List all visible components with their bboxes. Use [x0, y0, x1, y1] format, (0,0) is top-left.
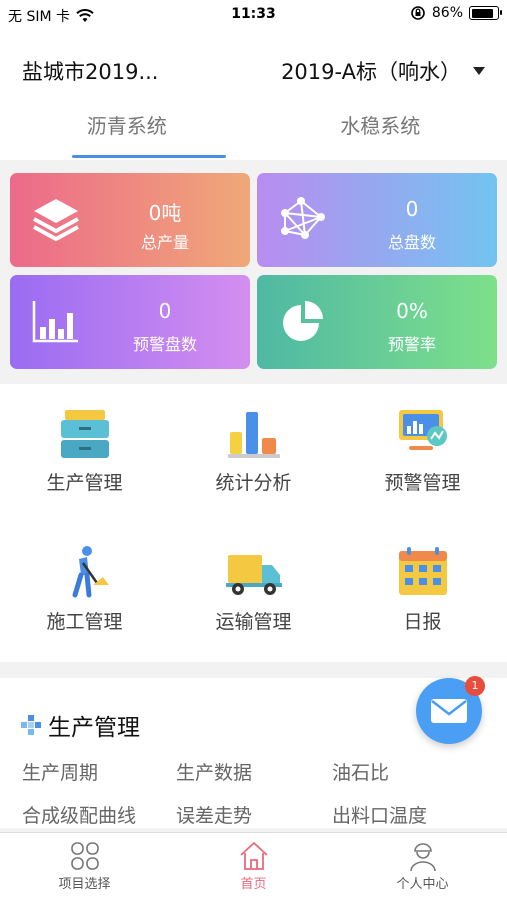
menu-warning-management[interactable]: 预警管理	[338, 384, 507, 523]
menu-construction-management[interactable]: 施工管理	[0, 523, 169, 662]
function-grid: 生产管理 统计分析 预警管理 施工管理 运输管理 日报	[0, 384, 507, 662]
bar-chart-icon	[32, 301, 78, 343]
city-selector[interactable]: 盐城市2019...	[22, 56, 158, 86]
cabinet-icon	[61, 410, 109, 458]
worker-icon	[72, 546, 109, 598]
menu-transport-management[interactable]: 运输管理	[169, 523, 338, 662]
stat-value: 0	[405, 197, 419, 221]
network-icon	[281, 197, 325, 239]
stat-label: 预警率	[387, 335, 436, 354]
battery-percent: 86%	[431, 5, 463, 21]
menu-label: 统计分析	[215, 472, 292, 494]
home-icon	[239, 842, 268, 870]
layers-icon	[33, 199, 79, 241]
link-outlet-temperature[interactable]: 出料口温度	[332, 801, 427, 828]
section-title: 生产管理	[20, 708, 140, 742]
stat-card-warning-rate[interactable]: 0% 预警率	[257, 275, 497, 369]
tab-label: 项目选择	[58, 877, 111, 892]
menu-daily-report[interactable]: 日报	[338, 523, 507, 662]
header: 盐城市2019... 2019-A标（响水） 沥青系统 水稳系统	[0, 30, 507, 160]
section-marker-icon	[21, 715, 41, 735]
bottom-tab-bar: 项目选择 首页 个人中心	[0, 832, 507, 900]
stat-value: 0	[158, 299, 172, 323]
tab-label: 个人中心	[396, 877, 449, 892]
menu-label: 运输管理	[215, 611, 292, 633]
link-asphalt-ratio[interactable]: 油石比	[332, 758, 389, 785]
dropdown-arrow-icon	[473, 67, 485, 75]
tab-label: 首页	[240, 877, 267, 892]
status-bar: 无 SIM 卡 11:33 86%	[0, 0, 507, 30]
link-production-data[interactable]: 生产数据	[176, 758, 252, 785]
stat-label: 总盘数	[387, 233, 436, 252]
unread-badge: 1	[465, 676, 485, 696]
stat-card-warning-batches[interactable]: 0 预警盘数	[10, 275, 250, 369]
message-button[interactable]: 1	[416, 676, 485, 744]
bid-label: 2019-A标（响水）	[281, 60, 461, 84]
orientation-lock-icon	[411, 6, 425, 20]
menu-label: 施工管理	[46, 611, 123, 633]
tab-home[interactable]: 首页	[169, 833, 338, 900]
stat-label: 总产量	[140, 233, 189, 252]
link-production-cycle[interactable]: 生产周期	[22, 758, 98, 785]
menu-statistics-analysis[interactable]: 统计分析	[169, 384, 338, 523]
section-title-text: 生产管理	[48, 715, 140, 741]
monitor-icon	[399, 410, 447, 450]
tab-label: 水稳系统	[340, 114, 421, 138]
menu-label: 日报	[403, 611, 442, 633]
bid-selector[interactable]: 2019-A标（响水）	[281, 56, 485, 86]
active-tab-indicator	[72, 155, 226, 158]
tab-project-select[interactable]: 项目选择	[0, 833, 169, 900]
tab-asphalt-system[interactable]: 沥青系统	[0, 108, 254, 158]
link-error-trend[interactable]: 误差走势	[176, 801, 252, 828]
stat-card-total-batches[interactable]: 0 总盘数	[257, 173, 497, 267]
system-tabs: 沥青系统 水稳系统	[0, 108, 507, 158]
truck-icon	[226, 555, 282, 595]
tab-stabilized-system[interactable]: 水稳系统	[254, 108, 507, 158]
tab-personal-center[interactable]: 个人中心	[338, 833, 507, 900]
menu-production-management[interactable]: 生产管理	[0, 384, 169, 523]
stat-label: 预警盘数	[132, 335, 197, 354]
menu-label: 生产管理	[46, 472, 123, 494]
pie-chart-icon	[283, 301, 323, 341]
stat-card-total-output[interactable]: 0吨 总产量	[10, 173, 250, 267]
calendar-icon	[399, 547, 447, 595]
link-gradation-curve[interactable]: 合成级配曲线	[22, 801, 136, 828]
battery-icon	[469, 6, 502, 20]
tab-label: 沥青系统	[86, 114, 167, 138]
menu-label: 预警管理	[384, 472, 461, 494]
grid-icon	[70, 842, 99, 870]
statistics-icon	[228, 412, 280, 458]
stat-value: 0吨	[148, 201, 182, 225]
stat-value: 0%	[396, 299, 428, 323]
user-icon	[409, 843, 436, 872]
